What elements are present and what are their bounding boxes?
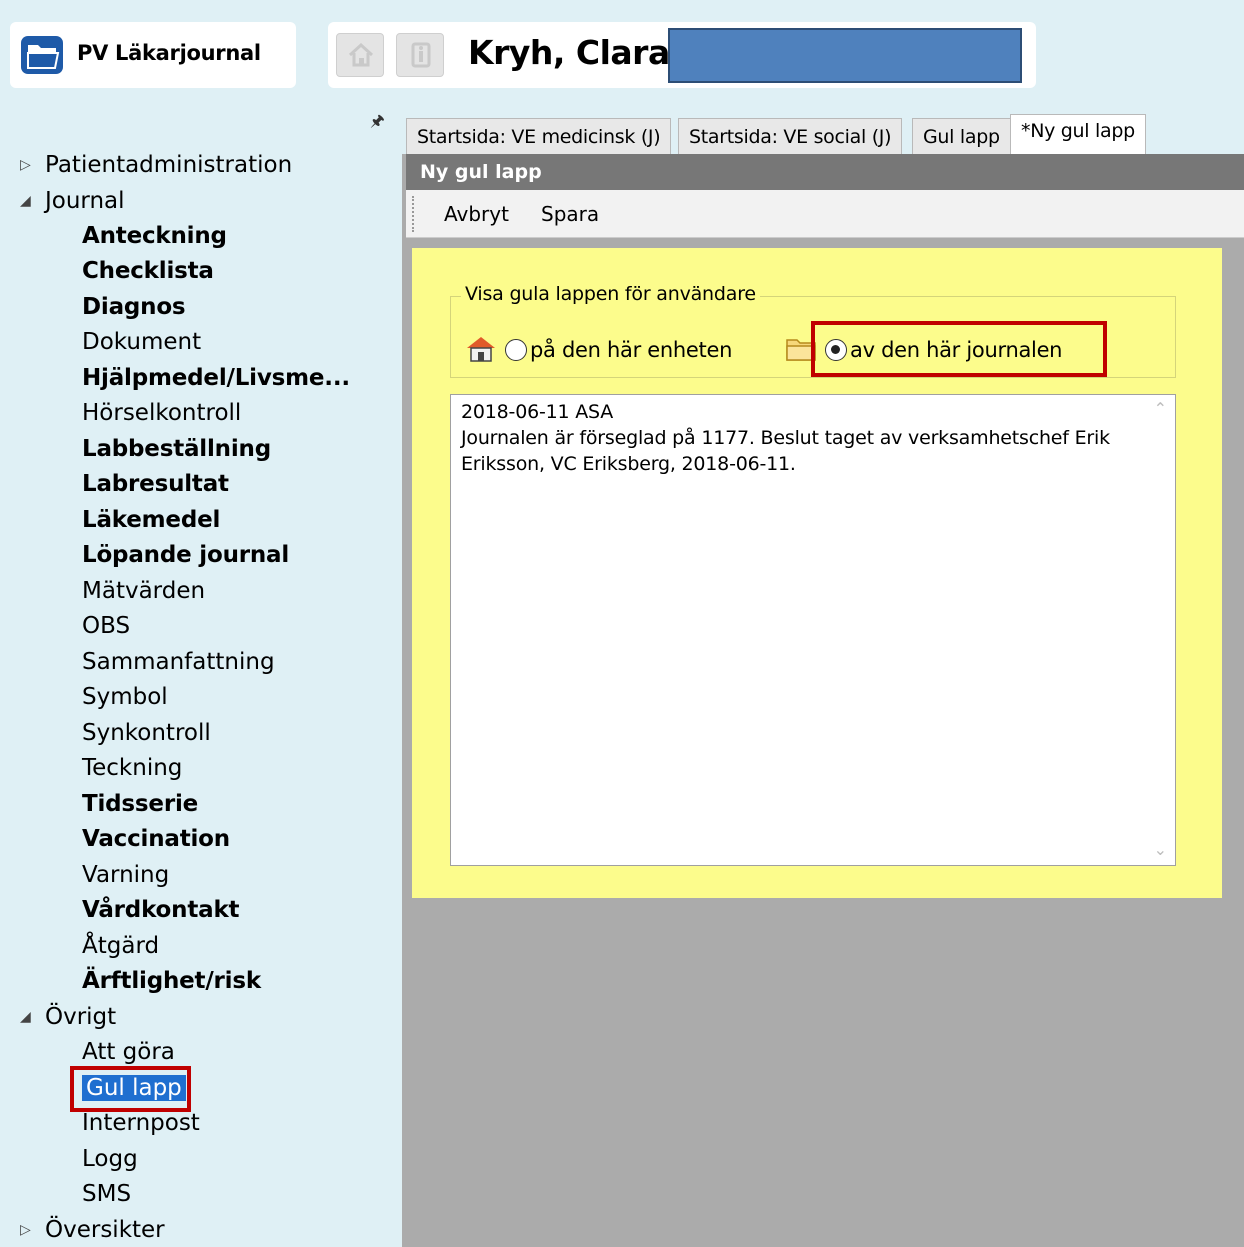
tree-item-dokument[interactable]: Dokument [82, 325, 201, 359]
home-button[interactable] [336, 33, 384, 77]
highlight-frame [70, 1066, 191, 1112]
visibility-legend: Visa gula lappen för användare [461, 283, 760, 305]
tree-item-vardkontakt[interactable]: Vårdkontakt [82, 893, 240, 927]
work-area: Startsida: VE medicinsk (J) Startsida: V… [402, 100, 1244, 1247]
toolbar-grip[interactable] [412, 196, 414, 232]
tab-startsida-ve-social[interactable]: Startsida: VE social (J) [678, 118, 903, 154]
tree-item-labbestallning[interactable]: Labbeställning [82, 432, 271, 466]
yellow-note-panel: Visa gula lappen för användare på den hä… [412, 248, 1222, 898]
info-icon [411, 42, 431, 68]
collapse-arrow-icon[interactable]: ◢ [20, 184, 31, 218]
patient-info-button[interactable] [396, 33, 444, 77]
scroll-up-icon[interactable]: ⌃ [1154, 399, 1167, 418]
home-icon [348, 42, 374, 67]
cancel-button[interactable]: Avbryt [444, 190, 509, 238]
tab-ny-gul-lapp[interactable]: *Ny gul lapp [1010, 114, 1146, 154]
patient-id-redacted [668, 28, 1022, 83]
tree-item-teckning[interactable]: Teckning [82, 751, 182, 785]
option-unit[interactable]: på den här enheten [465, 335, 732, 365]
tree-item-checklista[interactable]: Checklista [82, 254, 214, 288]
scroll-down-icon[interactable]: ⌄ [1154, 840, 1167, 859]
toolbar: Avbryt Spara [406, 190, 1244, 238]
tree-item-vaccination[interactable]: Vaccination [82, 822, 230, 856]
tree-item-arftlighet-risk[interactable]: Ärftlighet/risk [82, 964, 261, 998]
tree-item-hjalpmedel[interactable]: Hjälpmedel/Livsme... [82, 361, 350, 395]
patient-bar: Kryh, Clara [328, 22, 1036, 88]
pin-icon[interactable]: 🖈 [370, 110, 385, 137]
house-icon [467, 337, 495, 362]
tree-item-synkontroll[interactable]: Synkontroll [82, 716, 211, 750]
tree-item-obs[interactable]: OBS [82, 609, 130, 643]
app-title: PV Läkarjournal [77, 41, 261, 65]
option-unit-label[interactable]: på den här enheten [530, 338, 732, 362]
tree-item-sms[interactable]: SMS [82, 1177, 131, 1211]
tree-item-logg[interactable]: Logg [82, 1142, 138, 1176]
tab-strip: Startsida: VE medicinsk (J) Startsida: V… [402, 100, 1244, 154]
tree-item-att-gora[interactable]: Att göra [82, 1035, 175, 1069]
note-line[interactable]: Journalen är förseglad på 1177. Beslut t… [461, 427, 1110, 449]
visibility-fieldset: Visa gula lappen för användare på den hä… [450, 283, 1176, 378]
tab-startsida-ve-medicinsk[interactable]: Startsida: VE medicinsk (J) [406, 118, 672, 154]
tree-item-horselkontroll[interactable]: Hörselkontroll [82, 396, 241, 430]
panel-title: Ny gul lapp [406, 154, 1244, 190]
collapse-arrow-icon[interactable]: ◢ [20, 1000, 31, 1034]
expand-arrow-icon[interactable]: ▷ [20, 148, 31, 182]
note-line[interactable]: Eriksson, VC Eriksberg, 2018-06-11. [461, 453, 796, 475]
note-line[interactable]: 2018-06-11 ASA [461, 401, 613, 423]
expand-arrow-icon[interactable]: ▷ [20, 1213, 31, 1247]
tree-item-lopande-journal[interactable]: Löpande journal [82, 538, 289, 572]
tree-item-tidsserie[interactable]: Tidsserie [82, 787, 198, 821]
note-text-area[interactable]: 2018-06-11 ASA Journalen är förseglad på… [450, 394, 1176, 866]
journal-folder-icon [21, 36, 63, 74]
save-button[interactable]: Spara [541, 190, 599, 238]
tree-item-matvarden[interactable]: Mätvärden [82, 574, 205, 608]
tree-item-diagnos[interactable]: Diagnos [82, 290, 186, 324]
tree-item-sammanfattning[interactable]: Sammanfattning [82, 645, 275, 679]
tree-item-varning[interactable]: Varning [82, 858, 169, 892]
tree-item-lakemedel[interactable]: Läkemedel [82, 503, 220, 537]
tab-gul-lapp[interactable]: Gul lapp [912, 118, 1011, 154]
tree-item-anteckning[interactable]: Anteckning [82, 219, 227, 253]
tree-item-symbol[interactable]: Symbol [82, 680, 168, 714]
tree-item-atgard[interactable]: Åtgärd [82, 929, 159, 963]
app-badge: PV Läkarjournal [10, 22, 296, 88]
highlight-frame [811, 321, 1107, 377]
tree-item-labresultat[interactable]: Labresultat [82, 467, 229, 501]
patient-name: Kryh, Clara [468, 33, 670, 72]
radio-unit[interactable] [505, 339, 527, 361]
